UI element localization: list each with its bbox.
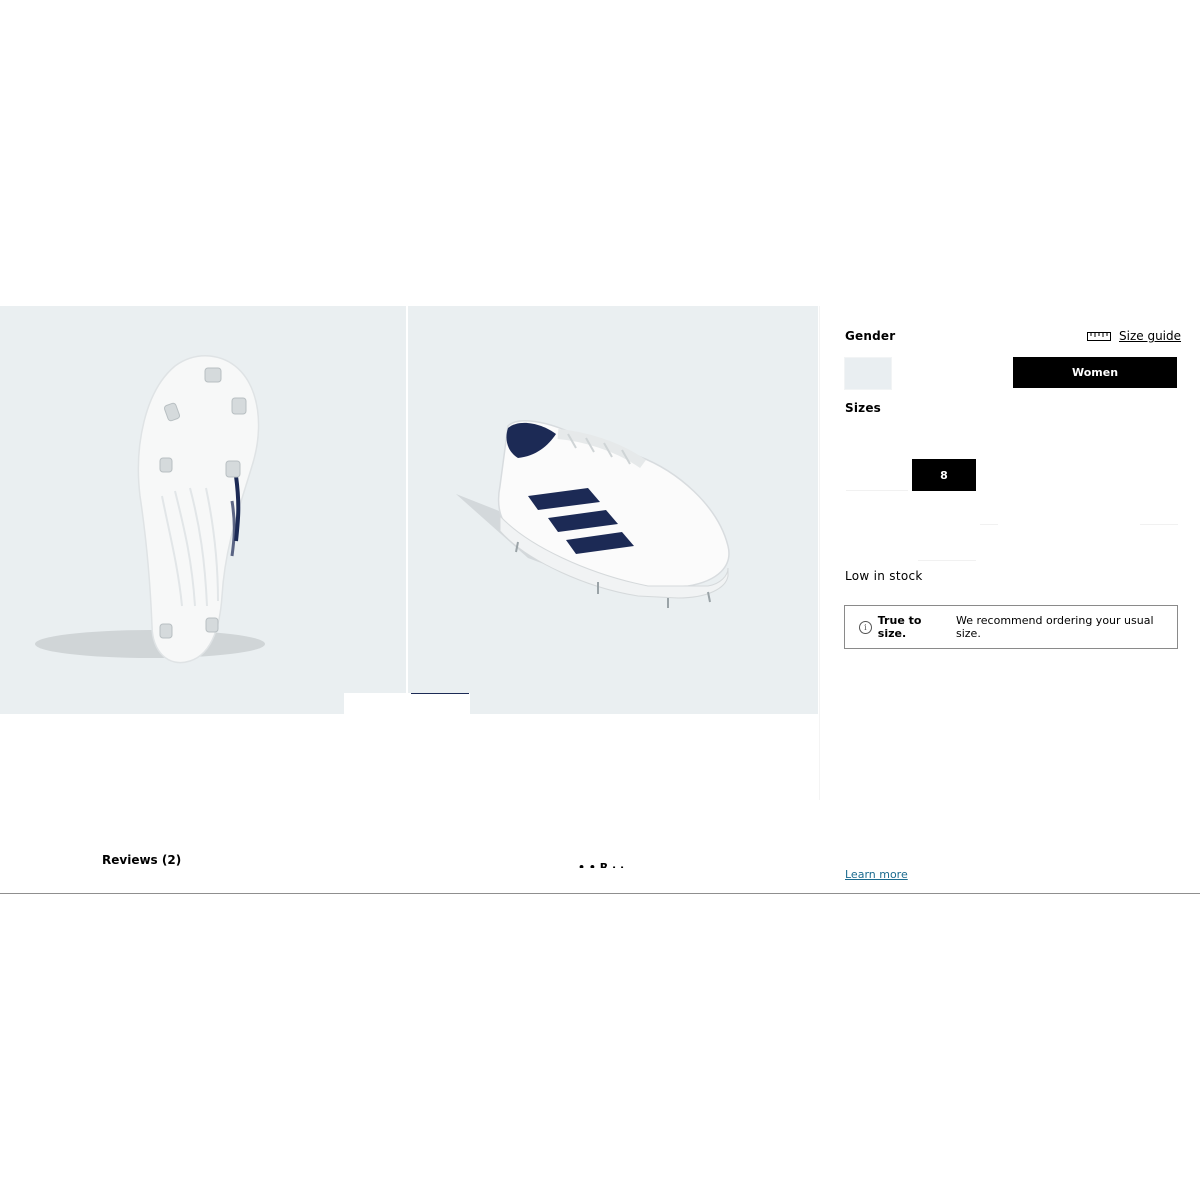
carousel-indicator[interactable] [344, 693, 470, 714]
size-divider [846, 490, 908, 491]
size-guide-link[interactable]: Size guide [1087, 329, 1181, 343]
page-bottom-border [0, 893, 1200, 894]
cleat-side-illustration [456, 420, 730, 608]
info-icon: i [859, 620, 872, 634]
fit-notice-text: We recommend ordering your usual size. [956, 614, 1154, 640]
fit-notice: i True to size. We recommend ordering yo… [844, 605, 1178, 649]
reviews-heading[interactable]: Reviews (2) [102, 853, 181, 867]
rating-partial: • • R · · [578, 861, 625, 868]
gender-label: Gender [845, 329, 896, 343]
cleat-sole-illustration [35, 355, 265, 664]
size-divider [1140, 524, 1178, 525]
size-divider [980, 524, 998, 525]
size-option-selected[interactable]: 8 [912, 459, 976, 491]
learn-more-link[interactable]: Learn more [845, 868, 908, 880]
carousel-active-bar [411, 693, 469, 694]
size-divider [918, 560, 976, 561]
gender-option-women[interactable]: Women [1013, 357, 1177, 388]
sizes-label: Sizes [845, 401, 882, 415]
size-guide-label: Size guide [1119, 329, 1182, 343]
ruler-icon [1087, 331, 1111, 341]
fit-notice-bold: True to size. [877, 614, 922, 640]
panel-divider [819, 306, 820, 800]
product-image-side[interactable] [408, 306, 818, 714]
gender-option-other[interactable] [844, 357, 892, 390]
stock-status: Low in stock [845, 569, 923, 583]
product-image-sole[interactable] [0, 306, 406, 714]
